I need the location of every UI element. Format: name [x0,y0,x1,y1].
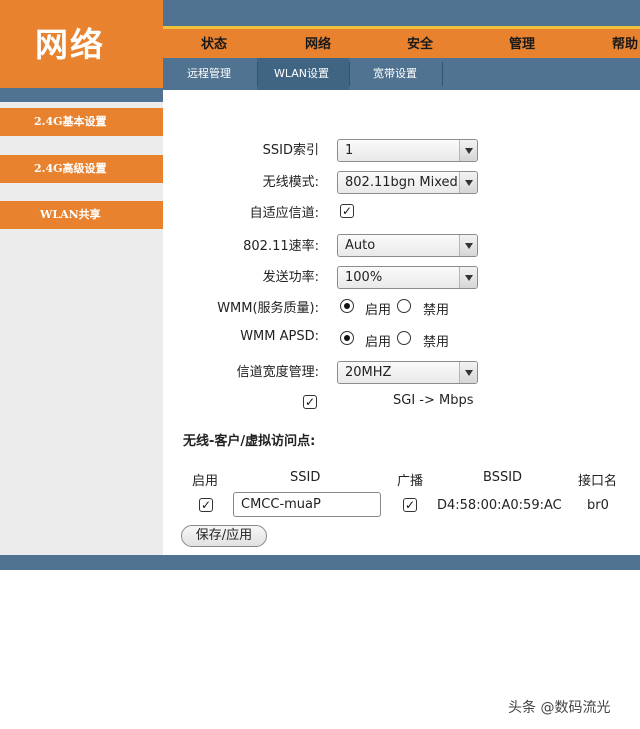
wireless-mode-value: 802.11bgn Mixed [345,175,458,190]
watermark: 头条 @数码流光 [508,700,611,716]
ssid-index-label: SSID索引 [262,143,319,158]
wmm-apsd-disable-label: 禁用 [423,335,450,350]
subnav-wlan-settings[interactable]: WLAN设置 [274,58,329,90]
col-header-ssid: SSID [290,470,321,485]
subnav-divider [442,62,443,86]
wmm-enable-label: 启用 [365,303,392,318]
chevron-down-icon [459,172,477,193]
sidebar-item-wlan-share[interactable]: WLAN共享 [0,201,163,229]
brand-block: 网络 [0,0,163,88]
wmm-apsd-enable-label: 启用 [365,335,392,350]
rate-label: 802.11速率: [243,239,319,254]
wireless-mode-select[interactable]: 802.11bgn Mixed [337,171,478,194]
col-header-enable: 启用 [192,474,219,489]
wmm-label: WMM(服务质量): [217,301,319,316]
wmm-enable-radio[interactable] [340,299,354,313]
ssid-input[interactable]: CMCC-muaP [233,492,381,517]
main-nav: 状态 网络 安全 管理 帮助 [163,29,640,58]
sub-nav: 远程管理 WLAN设置 宽带设置 [163,58,640,90]
footer-bar [0,555,640,570]
nav-security[interactable]: 安全 [407,33,433,52]
nav-status[interactable]: 状态 [201,33,227,52]
sgi-checkbox[interactable]: ✓ [303,395,317,409]
ap-broadcast-checkbox[interactable]: ✓ [403,498,417,512]
ssid-index-select[interactable]: 1 [337,139,478,162]
bandwidth-select[interactable]: 20MHZ [337,361,478,384]
rate-select[interactable]: Auto [337,234,478,257]
subnav-divider [349,62,350,86]
sidebar-top-strip [0,88,163,102]
header-top-strip [163,0,640,26]
wmm-apsd-enable-radio[interactable] [340,331,354,345]
sidebar-item-basic-settings[interactable]: 2.4G基本设置 [0,108,163,136]
virtual-ap-section-title: 无线-客户/虚拟访问点: [183,434,316,449]
tx-power-value: 100% [345,270,383,285]
wireless-mode-label: 无线模式: [262,175,319,190]
sidebar: 2.4G基本设置 2.4G高级设置 WLAN共享 [0,88,163,555]
ssid-index-value: 1 [345,143,354,158]
nav-help[interactable]: 帮助 [612,33,638,52]
nav-network[interactable]: 网络 [305,33,331,52]
save-apply-button[interactable]: 保存/应用 [181,525,267,547]
ap-bssid-value: D4:58:00:A0:59:AC [437,498,562,513]
adaptive-channel-label: 自适应信道: [249,206,319,221]
tx-power-label: 发送功率: [262,270,319,285]
nav-management[interactable]: 管理 [509,33,535,52]
chevron-down-icon [459,267,477,288]
bandwidth-label: 信道宽度管理: [236,365,319,380]
col-header-bssid: BSSID [483,470,523,485]
settings-form: SSID索引 1 无线模式: 802.11bgn Mixed 自适应信道: ✓ … [163,90,640,555]
wmm-disable-label: 禁用 [423,303,450,318]
sgi-label: SGI -> Mbps [393,393,474,408]
sidebar-item-advanced-settings[interactable]: 2.4G高级设置 [0,155,163,183]
adaptive-channel-checkbox[interactable]: ✓ [340,204,354,218]
wmm-apsd-disable-radio[interactable] [397,331,411,345]
chevron-down-icon [459,362,477,383]
wmm-apsd-label: WMM APSD: [240,329,319,344]
col-header-broadcast: 广播 [397,474,424,489]
tx-power-select[interactable]: 100% [337,266,478,289]
col-header-iface: 接口名 [578,474,618,489]
ap-enable-checkbox[interactable]: ✓ [199,498,213,512]
subnav-broadband-settings[interactable]: 宽带设置 [373,58,417,90]
chevron-down-icon [459,140,477,161]
chevron-down-icon [459,235,477,256]
page-title: 网络 [35,25,105,64]
ap-iface-value: br0 [587,498,609,513]
wmm-disable-radio[interactable] [397,299,411,313]
bandwidth-value: 20MHZ [345,365,392,380]
subnav-remote-management[interactable]: 远程管理 [187,58,231,90]
subnav-divider [257,62,258,86]
rate-value: Auto [345,238,376,253]
